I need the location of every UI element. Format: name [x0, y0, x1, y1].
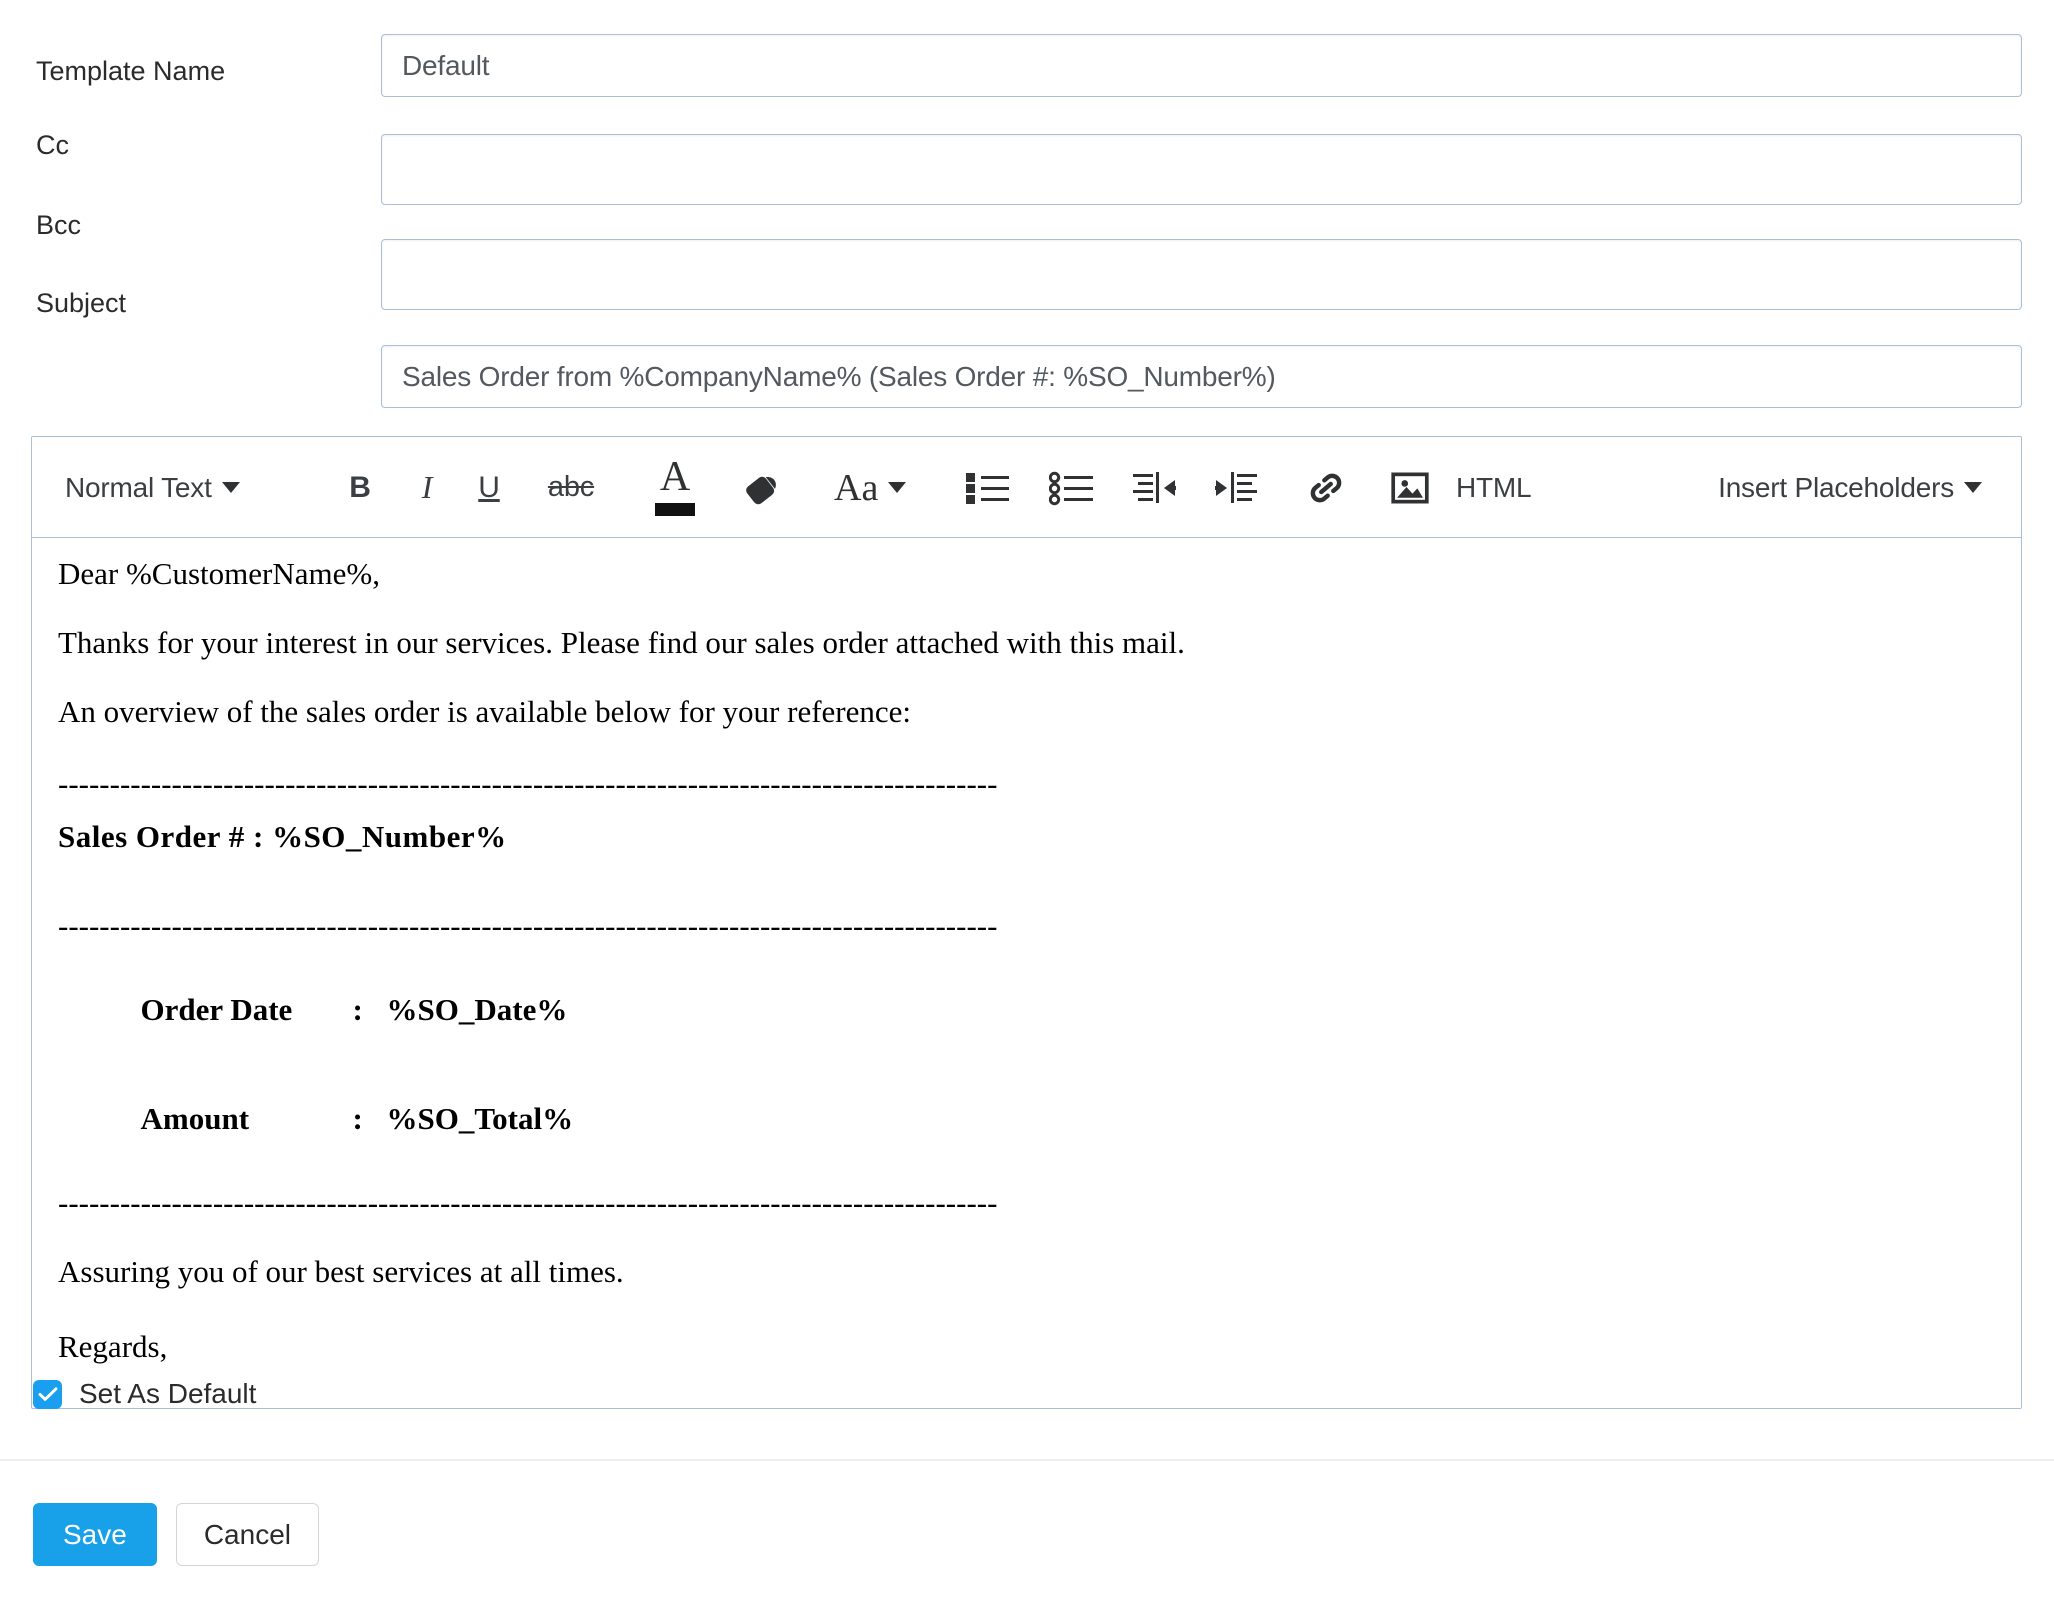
chevron-down-icon	[888, 482, 907, 493]
email-template-editor-page: Template Name Default Cc Bcc Subject Sal…	[0, 0, 2054, 1606]
form-actions: Save Cancel	[33, 1503, 319, 1566]
chevron-down-icon	[221, 482, 240, 493]
body-paragraph-2: An overview of the sales order is availa…	[58, 694, 911, 729]
bcc-input[interactable]	[381, 239, 2022, 310]
link-icon	[1310, 473, 1342, 502]
template-name-value: Default	[402, 49, 490, 81]
body-detail-row: Amount: %SO_Total%	[58, 1065, 1958, 1175]
bullet-list-icon	[966, 472, 1009, 504]
body-signoff: Regards,	[58, 1329, 168, 1365]
insert-link-button[interactable]	[1297, 437, 1355, 538]
strikethrough-icon: abc	[547, 471, 595, 503]
highlight-color-button[interactable]	[734, 437, 794, 538]
body-divider-rule-3: ----------------------------------------…	[58, 1187, 998, 1219]
body-divider-rule-1: ----------------------------------------…	[58, 768, 998, 799]
body-greeting: Dear %CustomerName%,	[58, 556, 380, 591]
font-color-icon: A	[652, 456, 698, 516]
font-color-button[interactable]: A	[646, 437, 704, 538]
detail-sep-order-date: :	[352, 991, 363, 1027]
label-subject: Subject	[36, 288, 127, 318]
indent-icon	[1215, 471, 1257, 503]
insert-image-button[interactable]	[1381, 437, 1439, 538]
html-source-button[interactable]: HTML	[1456, 437, 1532, 538]
editor-toolbar: Normal Text B I U abc A Aa HTML Insert P…	[32, 437, 2021, 538]
set-as-default-row[interactable]: Set As Default	[33, 1378, 256, 1410]
check-icon	[38, 1387, 57, 1401]
body-divider-rule-2: ----------------------------------------…	[58, 910, 998, 941]
insert-placeholders-label: Insert Placeholders	[1718, 471, 1954, 503]
detail-value-order-date: %SO_Date%	[386, 991, 568, 1027]
paragraph-style-label: Normal Text	[65, 471, 212, 503]
font-color-letter: A	[659, 453, 691, 500]
subject-value: Sales Order from %CompanyName% (Sales Or…	[402, 360, 1276, 392]
body-closing: Assuring you of our best services at all…	[58, 1254, 624, 1290]
email-body-document: Dear %CustomerName%, Thanks for your int…	[58, 538, 1958, 1362]
set-as-default-label: Set As Default	[79, 1378, 257, 1409]
circle-list-icon	[1049, 471, 1093, 505]
label-cc: Cc	[36, 130, 69, 160]
label-template-name: Template Name	[36, 56, 226, 86]
paint-bucket-icon	[746, 476, 776, 504]
subject-input[interactable]: Sales Order from %CompanyName% (Sales Or…	[381, 345, 2022, 408]
indent-button[interactable]	[1208, 437, 1266, 538]
cc-input[interactable]	[381, 134, 2022, 205]
strikethrough-button[interactable]: abc	[537, 437, 605, 538]
underline-icon: U	[478, 470, 500, 504]
bullet-list-button[interactable]	[959, 437, 1017, 538]
html-label: HTML	[1456, 471, 1532, 503]
template-name-input[interactable]: Default	[381, 34, 2022, 97]
outdent-button[interactable]	[1125, 437, 1183, 538]
italic-icon: I	[421, 469, 433, 505]
editor-content-area[interactable]: Dear %CustomerName%, Thanks for your int…	[32, 538, 2021, 1408]
chevron-down-icon	[1964, 482, 1982, 493]
bold-icon: B	[349, 470, 371, 504]
footer-divider	[0, 1459, 2054, 1461]
detail-key-amount: Amount	[140, 1101, 250, 1137]
italic-button[interactable]: I	[407, 437, 447, 538]
rich-text-editor: Normal Text B I U abc A Aa HTML Insert P…	[31, 436, 2022, 1409]
detail-key-order-date: Order Date	[140, 991, 293, 1027]
label-bcc: Bcc	[36, 210, 82, 240]
font-color-swatch	[655, 502, 695, 516]
font-size-dropdown[interactable]: Aa	[834, 437, 907, 538]
set-as-default-checkbox[interactable]	[33, 1379, 62, 1409]
detail-sep-amount: :	[352, 1101, 363, 1137]
bold-button[interactable]: B	[338, 437, 382, 538]
font-size-icon: Aa	[834, 466, 879, 509]
outdent-icon	[1133, 471, 1176, 503]
paragraph-style-dropdown[interactable]: Normal Text	[65, 437, 240, 538]
image-icon	[1391, 472, 1429, 503]
ordered-list-button[interactable]	[1043, 437, 1101, 538]
save-button[interactable]: Save	[33, 1503, 157, 1566]
insert-placeholders-dropdown[interactable]: Insert Placeholders	[1718, 437, 1982, 538]
body-paragraph-1: Thanks for your interest in our services…	[58, 625, 1185, 660]
body-sales-order-heading: Sales Order # : %SO_Number%	[58, 819, 507, 854]
cancel-button[interactable]: Cancel	[175, 1503, 319, 1566]
detail-value-amount: %SO_Total%	[386, 1101, 574, 1137]
body-detail-row: Order Date: %SO_Date%	[58, 955, 1958, 1065]
underline-button[interactable]: U	[468, 437, 510, 538]
